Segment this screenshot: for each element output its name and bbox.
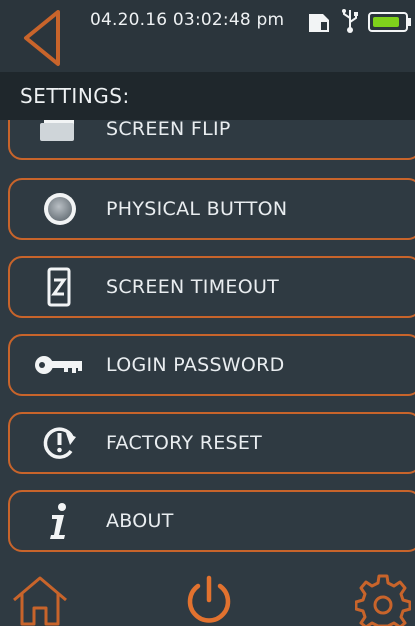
screen-timeout-icon: [47, 267, 71, 307]
usb-icon: [342, 9, 358, 33]
home-icon: [13, 576, 67, 626]
page-title: SETTINGS:: [20, 84, 130, 108]
menu-item-label: FACTORY RESET: [106, 432, 263, 454]
home-button[interactable]: [10, 574, 70, 626]
factory-reset-icon: [43, 427, 76, 459]
menu-item-screen-timeout[interactable]: SCREEN TIMEOUT: [8, 256, 415, 318]
menu-item-label: PHYSICAL BUTTON: [106, 198, 288, 220]
menu-item-label: SCREEN TIMEOUT: [106, 276, 280, 298]
power-icon: [187, 575, 231, 623]
key-icon: [35, 356, 82, 374]
info-icon: [50, 503, 66, 539]
menu-item-screen-flip[interactable]: SCREEN FLIP: [8, 120, 415, 160]
menu-item-factory-reset[interactable]: FACTORY RESET: [8, 412, 415, 474]
menu-item-label: LOGIN PASSWORD: [106, 354, 285, 376]
menu-item-about[interactable]: ABOUT: [8, 490, 415, 552]
back-button[interactable]: [20, 8, 66, 68]
bottom-nav: [0, 572, 415, 626]
back-arrow-icon: [24, 10, 60, 66]
menu-item-login-password[interactable]: LOGIN PASSWORD: [8, 334, 415, 396]
battery-icon: [368, 12, 411, 32]
status-bar: 04.20.16 03:02:48 pm: [0, 0, 415, 72]
gear-icon: [355, 574, 411, 626]
menu-item-label: SCREEN FLIP: [106, 120, 231, 140]
settings-list[interactable]: SCREEN FLIP PHYSICAL BUTTON SCREEN TIMEO…: [0, 120, 415, 572]
power-button[interactable]: [182, 574, 236, 626]
settings-header: SETTINGS:: [0, 72, 415, 120]
status-datetime: 04.20.16 03:02:48 pm: [90, 10, 285, 30]
settings-button[interactable]: [355, 572, 411, 626]
menu-item-physical-button[interactable]: PHYSICAL BUTTON: [8, 178, 415, 240]
physical-button-icon: [44, 193, 76, 225]
screen-flip-icon: [40, 120, 74, 141]
menu-item-label: ABOUT: [106, 510, 174, 532]
sd-card-icon: [309, 14, 329, 32]
